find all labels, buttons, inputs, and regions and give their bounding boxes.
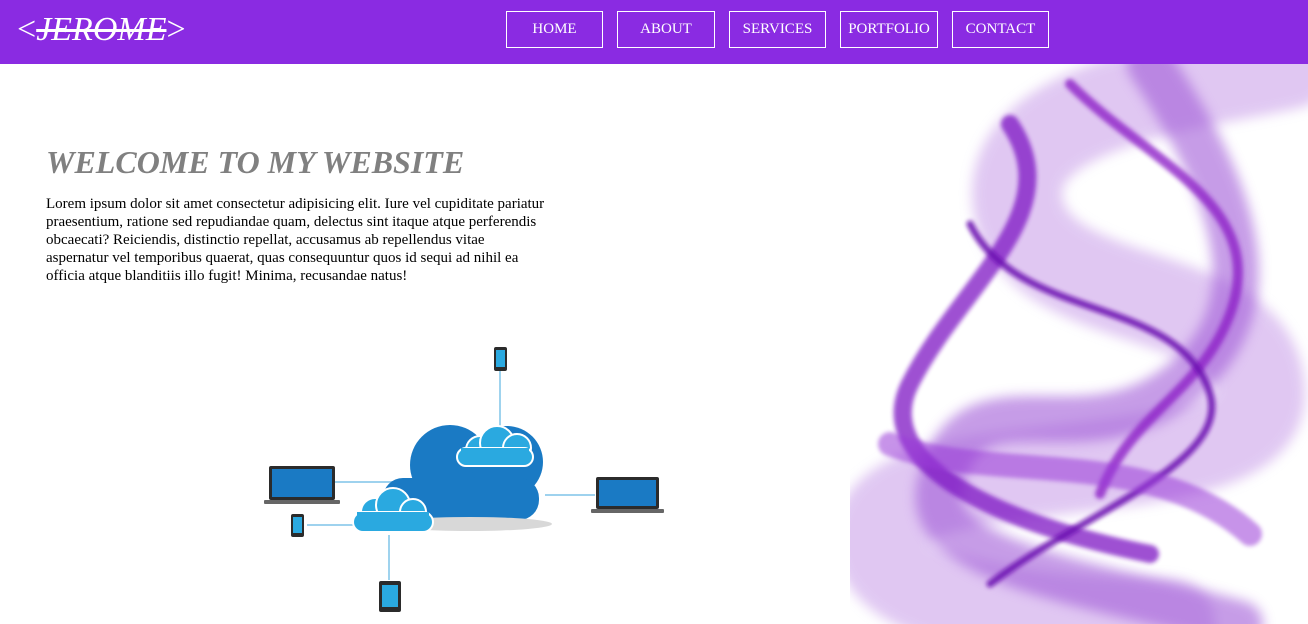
nav-home-button[interactable]: HOME [506, 11, 603, 48]
laptop-right-icon [591, 477, 664, 513]
logo-bracket-right: > [166, 11, 186, 48]
page-title: WELCOME TO MY WEBSITE [46, 144, 465, 180]
nav-about-button[interactable]: ABOUT [617, 11, 715, 48]
phone-top-icon [494, 347, 507, 371]
laptop-left-icon [264, 466, 340, 504]
phone-left-icon [291, 514, 304, 537]
logo-bracket-left: < [17, 11, 37, 48]
intro-paragraph: Lorem ipsum dolor sit amet consectetur a… [46, 196, 545, 284]
cloud-network-illustration [264, 347, 664, 612]
nav-portfolio-button[interactable]: PORTFOLIO [840, 11, 938, 48]
navbar: <JEROME> HOME ABOUT SERVICES PORTFOLIO C… [0, 0, 1308, 64]
tablet-bottom-icon [379, 581, 401, 612]
purple-smoke-image [850, 64, 1308, 624]
logo-name: JEROME [36, 11, 167, 48]
nav-services-button[interactable]: SERVICES [729, 11, 826, 48]
nav-contact-button[interactable]: CONTACT [952, 11, 1049, 48]
site-logo[interactable]: <JEROME> [17, 6, 186, 54]
